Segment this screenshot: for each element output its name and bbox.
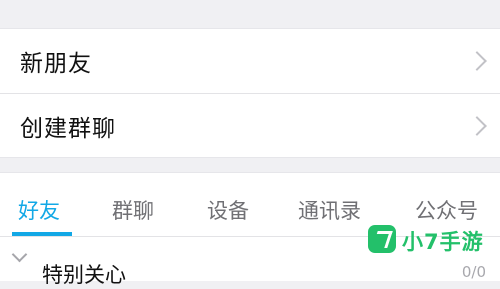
chevron-down-icon [11, 246, 28, 263]
tab-address-book[interactable]: 通讯录 [298, 195, 361, 225]
group-label: 特别关心 [42, 263, 126, 287]
tab-devices[interactable]: 设备 [207, 195, 249, 225]
chevron-right-icon [467, 116, 487, 136]
menu-card: 新朋友 创建群聊 [0, 28, 500, 158]
top-gap [0, 0, 500, 28]
group-count: 0/0 [461, 263, 486, 281]
seven-logo-icon [368, 225, 396, 253]
watermark: 小7手游 [368, 225, 488, 257]
new-friends-row[interactable]: 新朋友 [0, 29, 500, 93]
tab-official-accounts[interactable]: 公众号 [415, 195, 478, 225]
tab-friends[interactable]: 好友 [18, 195, 60, 225]
new-friends-label: 新朋友 [20, 51, 92, 77]
create-group-chat-label: 创建群聊 [20, 116, 116, 142]
chevron-right-icon [467, 51, 487, 71]
watermark-text: 小7手游 [402, 230, 484, 254]
create-group-chat-row[interactable]: 创建群聊 [0, 94, 500, 158]
tab-group-chats[interactable]: 群聊 [112, 195, 154, 225]
